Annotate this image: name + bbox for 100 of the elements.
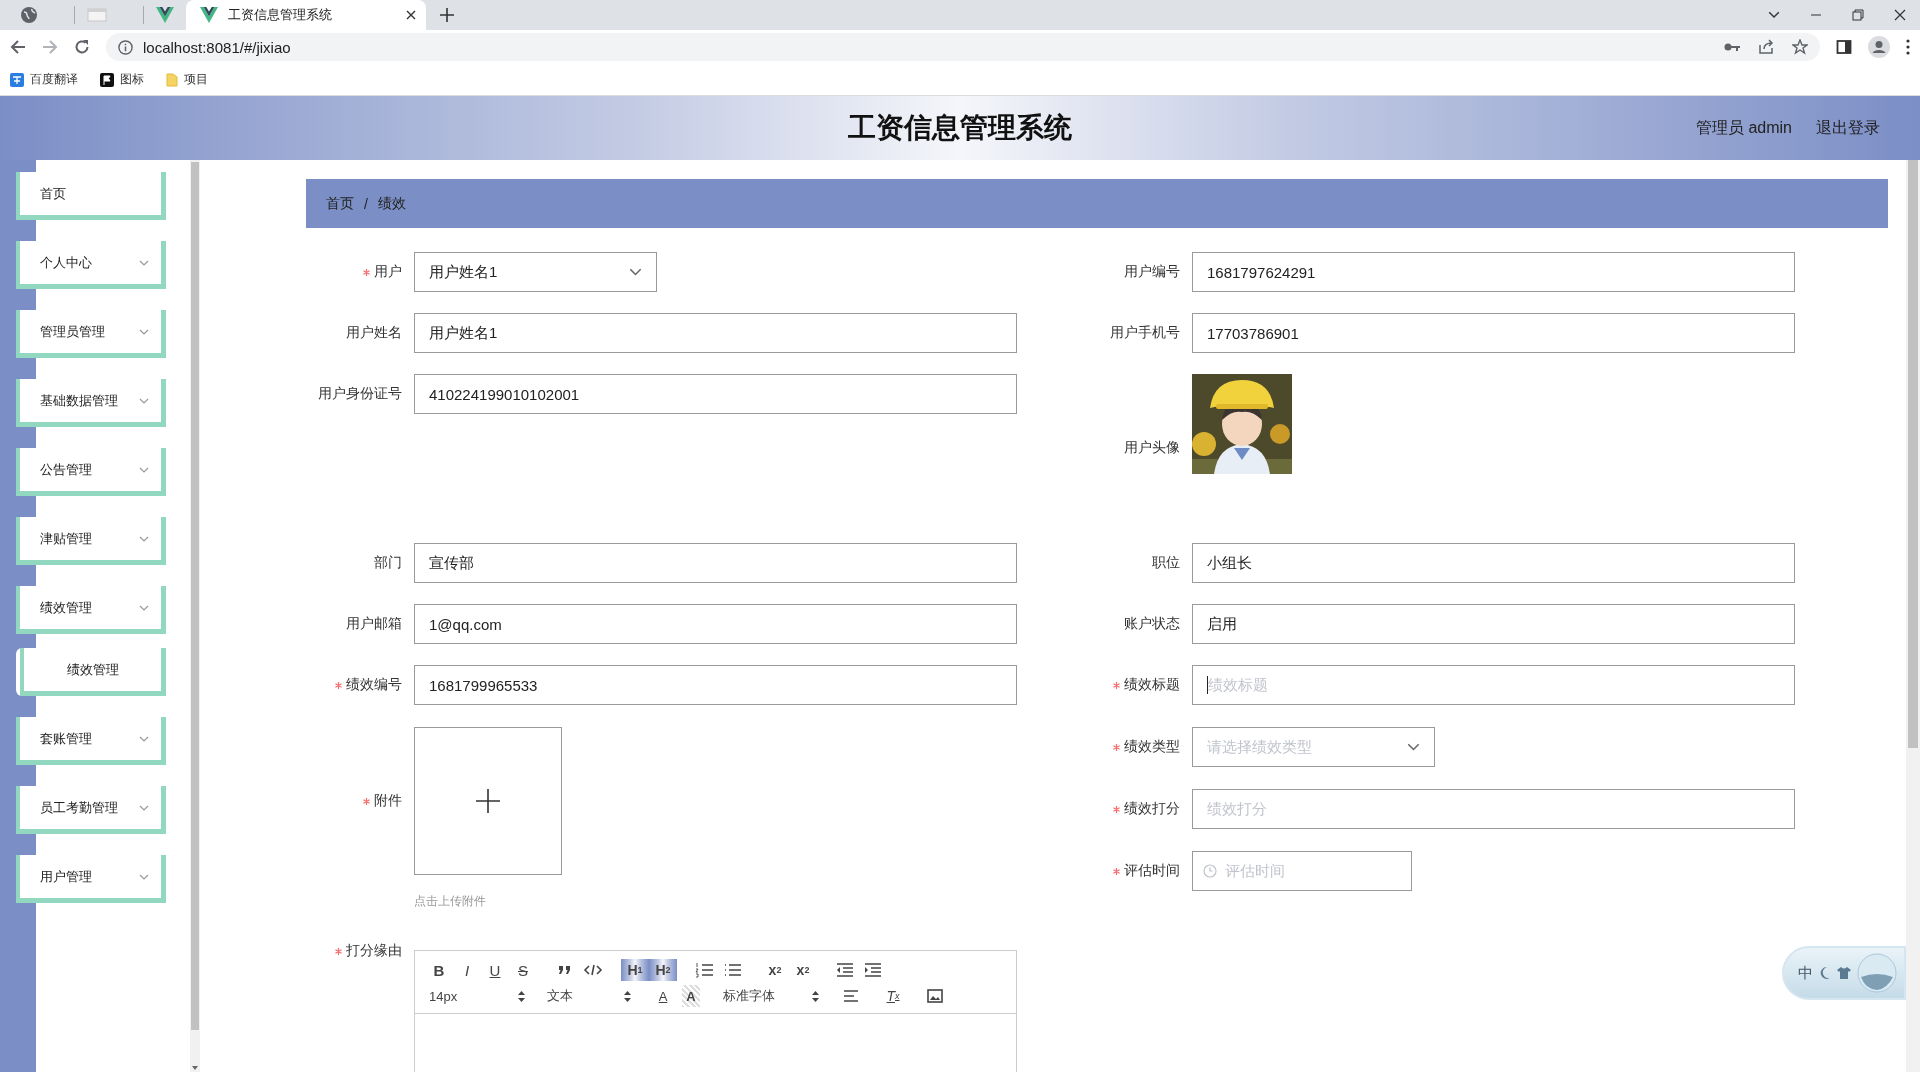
chevron-down-icon xyxy=(139,735,149,742)
field-label: 评估时间 xyxy=(1124,862,1180,880)
profile-icon[interactable] xyxy=(1868,36,1890,58)
sidebar-item[interactable]: 管理员管理 xyxy=(16,310,166,358)
scrollbar[interactable] xyxy=(190,160,200,1072)
text-field[interactable]: 1681799965533 xyxy=(414,665,1017,705)
close-icon[interactable] xyxy=(406,10,416,20)
share-icon[interactable] xyxy=(1758,39,1774,55)
chevron-down-icon xyxy=(139,328,149,335)
sidebar-item[interactable]: 个人中心 xyxy=(16,241,166,289)
field-label: 用户手机号 xyxy=(1110,324,1180,342)
sidebar-item[interactable]: 用户管理 xyxy=(16,855,166,903)
admin-user-label: 管理员 admin xyxy=(1695,117,1792,138)
select-field[interactable]: 用户姓名1 xyxy=(414,252,657,292)
moon-icon[interactable] xyxy=(1819,966,1831,980)
address-bar[interactable]: localhost:8081/#/jixiao xyxy=(106,33,1820,61)
text-field[interactable]: 启用 xyxy=(1192,604,1795,644)
chevron-down-icon xyxy=(139,804,149,811)
field-label: 绩效打分 xyxy=(1124,800,1180,818)
field-label: 用户邮箱 xyxy=(346,615,402,633)
field-label: 绩效类型 xyxy=(1124,738,1180,756)
sidebar-item[interactable]: 首页 xyxy=(16,172,166,220)
ime-mode-label[interactable]: 中 xyxy=(1798,963,1813,983)
updown-icon xyxy=(518,990,525,1002)
menu-icon[interactable] xyxy=(1906,39,1910,55)
browser-tab[interactable]: 工资信息管理系统 xyxy=(186,0,426,30)
text-field[interactable]: 1@qq.com xyxy=(414,604,1017,644)
script-tool[interactable]: x$^{2}$ xyxy=(789,959,817,981)
chevron-down-icon xyxy=(139,397,149,404)
submenu-item[interactable]: 绩效管理 xyxy=(20,648,166,696)
clock-icon xyxy=(1203,864,1217,878)
bookmark-link[interactable]: 项目 xyxy=(184,71,208,88)
sidebar-item[interactable]: 津贴管理 xyxy=(16,517,166,565)
reload-icon[interactable] xyxy=(74,39,90,55)
field-label: 用户 xyxy=(374,263,402,281)
shirt-icon[interactable] xyxy=(1837,967,1851,979)
toolbar-picker[interactable]: 标准字体 xyxy=(719,985,823,1007)
italic-tool[interactable]: I xyxy=(453,959,481,981)
color-tool[interactable]: A xyxy=(649,985,677,1007)
sidebar-item[interactable]: 基础数据管理 xyxy=(16,379,166,427)
plus-icon xyxy=(476,789,500,813)
info-icon[interactable] xyxy=(118,39,133,55)
upload-hint: 点击上传附件 xyxy=(414,893,487,910)
chevron-down-icon xyxy=(139,873,149,880)
field-label: 职位 xyxy=(1152,554,1180,572)
text-field[interactable]: 1681797624291 xyxy=(1192,252,1795,292)
breadcrumb-current: 绩效 xyxy=(377,194,406,213)
restore-icon[interactable] xyxy=(1852,9,1864,21)
breadcrumb-separator: / xyxy=(364,195,368,212)
globe-icon xyxy=(20,6,38,24)
close-icon[interactable] xyxy=(1894,9,1906,21)
field-label: 绩效标题 xyxy=(1124,676,1180,694)
key-icon[interactable] xyxy=(1724,42,1740,52)
underline-tool[interactable]: U xyxy=(481,959,509,981)
breadcrumb-link[interactable]: 首页 xyxy=(326,194,354,213)
strike-tool[interactable]: S xyxy=(509,959,537,981)
translate-icon xyxy=(10,72,24,87)
field-label: 部门 xyxy=(374,554,402,572)
new-tab-icon[interactable] xyxy=(440,8,454,22)
updown-icon xyxy=(812,990,819,1002)
tab-list-icon xyxy=(1768,11,1780,19)
sidebar-item[interactable]: 员工考勤管理 xyxy=(16,786,166,834)
vue-logo-icon xyxy=(156,7,174,23)
field-label: 用户身份证号 xyxy=(318,385,402,403)
chevron-down-icon xyxy=(139,604,149,611)
field-label: 附件 xyxy=(374,792,402,810)
chevron-down-icon xyxy=(139,466,149,473)
text-field[interactable]: 小组长 xyxy=(1192,543,1795,583)
toolbar-picker[interactable]: 文本 xyxy=(543,985,635,1007)
flag-icon xyxy=(100,72,114,87)
text-field[interactable]: 17703786901 xyxy=(1192,313,1795,353)
folder-icon xyxy=(166,72,178,87)
background-tool[interactable]: A xyxy=(682,985,700,1007)
field-label: 用户编号 xyxy=(1124,263,1180,281)
field-label: 绩效编号 xyxy=(346,676,402,694)
chevron-down-icon xyxy=(1407,743,1420,751)
chevron-down-icon xyxy=(139,259,149,266)
text-field[interactable]: 宣传部 xyxy=(414,543,1017,583)
upload-box[interactable] xyxy=(414,727,562,875)
app-title: 工资信息管理系统 xyxy=(848,111,1072,145)
text-field[interactable]: 用户姓名1 xyxy=(414,313,1017,353)
star-icon[interactable] xyxy=(1792,39,1808,55)
side-panel-icon[interactable] xyxy=(1836,39,1852,55)
scroll-down-icon[interactable] xyxy=(192,1066,198,1070)
bold-tool[interactable]: B xyxy=(425,959,453,981)
bookmark-link[interactable]: 百度翻译 xyxy=(30,71,78,88)
back-icon[interactable] xyxy=(10,39,26,55)
sidebar-item[interactable]: 绩效管理 xyxy=(16,586,166,634)
bookmark-link[interactable]: 图标 xyxy=(120,71,144,88)
sidebar-item[interactable]: 公告管理 xyxy=(16,448,166,496)
logout-link[interactable]: 退出登录 xyxy=(1816,117,1880,139)
updown-icon xyxy=(624,990,631,1002)
scrollbar[interactable] xyxy=(1906,160,1920,1072)
field-label: 账户状态 xyxy=(1124,615,1180,633)
ime-toolbar[interactable]: 中 xyxy=(1782,946,1906,1000)
text-field[interactable]: 410224199010102001 xyxy=(414,374,1017,414)
toolbar-picker[interactable]: 14px xyxy=(425,985,529,1007)
chevron-down-icon xyxy=(139,535,149,542)
sidebar-item[interactable]: 套账管理 xyxy=(16,717,166,765)
field-label: 用户头像 xyxy=(1124,439,1180,457)
